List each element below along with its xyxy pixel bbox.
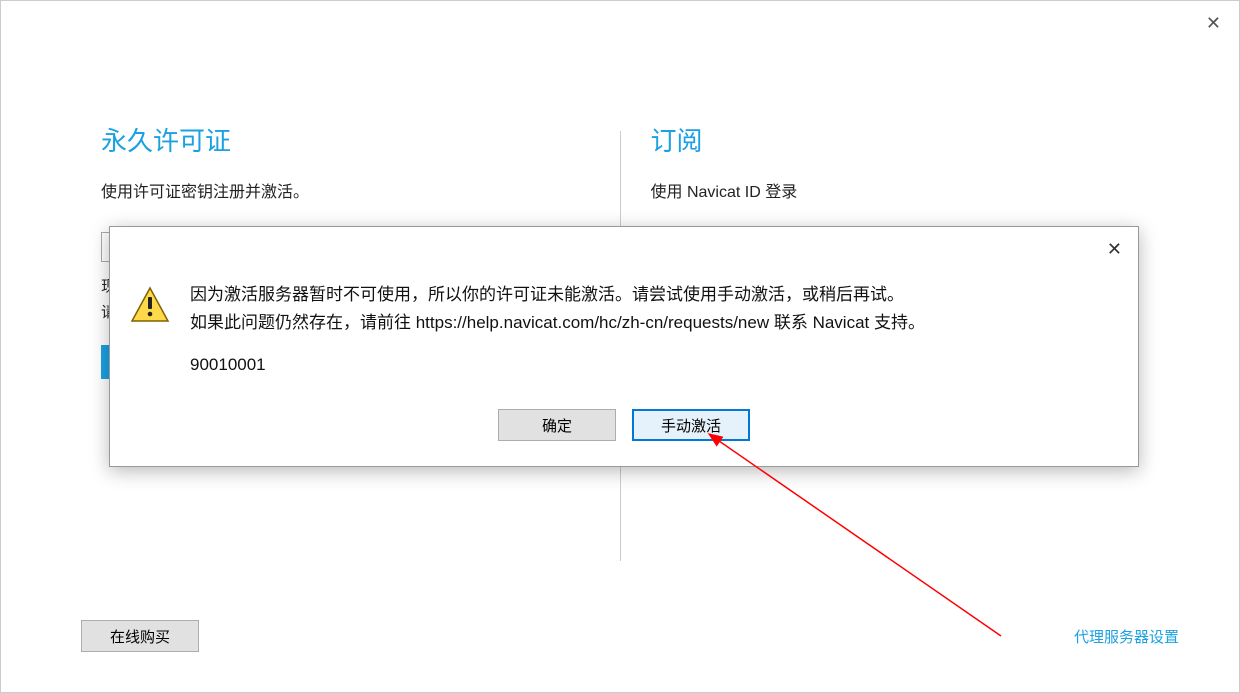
warning-icon bbox=[130, 281, 190, 379]
license-subtext: 使用许可证密钥注册并激活。 bbox=[101, 178, 590, 202]
message-line-2: 如果此问题仍然存在，请前往 https://help.navicat.com/h… bbox=[190, 309, 1108, 337]
activation-error-dialog: ✕ 因为激活服务器暂时不可使用，所以你的许可证未能激活。请尝试使用手动激活，或稍… bbox=[109, 226, 1139, 467]
dialog-message: 因为激活服务器暂时不可使用，所以你的许可证未能激活。请尝试使用手动激活，或稍后再… bbox=[190, 281, 1108, 379]
close-icon[interactable]: ✕ bbox=[1206, 13, 1221, 34]
subscription-heading: 订阅 bbox=[651, 121, 1140, 158]
dialog-close-icon[interactable]: ✕ bbox=[1107, 239, 1122, 260]
ok-button[interactable]: 确定 bbox=[498, 409, 616, 441]
error-code: 90010001 bbox=[190, 351, 1108, 379]
main-window: ✕ 永久许可证 使用许可证密钥注册并激活。 现 请 激活 订阅 使用 Navic… bbox=[0, 0, 1240, 693]
manual-activate-button[interactable]: 手动激活 bbox=[632, 409, 750, 441]
subscription-subtext: 使用 Navicat ID 登录 bbox=[651, 178, 1140, 202]
dialog-button-row: 确定 手动激活 bbox=[110, 399, 1138, 466]
dialog-body: 因为激活服务器暂时不可使用，所以你的许可证未能激活。请尝试使用手动激活，或稍后再… bbox=[110, 227, 1138, 399]
license-heading: 永久许可证 bbox=[101, 121, 590, 158]
proxy-settings-link[interactable]: 代理服务器设置 bbox=[1074, 626, 1179, 647]
message-line-1: 因为激活服务器暂时不可使用，所以你的许可证未能激活。请尝试使用手动激活，或稍后再… bbox=[190, 281, 1108, 309]
buy-online-button[interactable]: 在线购买 bbox=[81, 620, 199, 652]
